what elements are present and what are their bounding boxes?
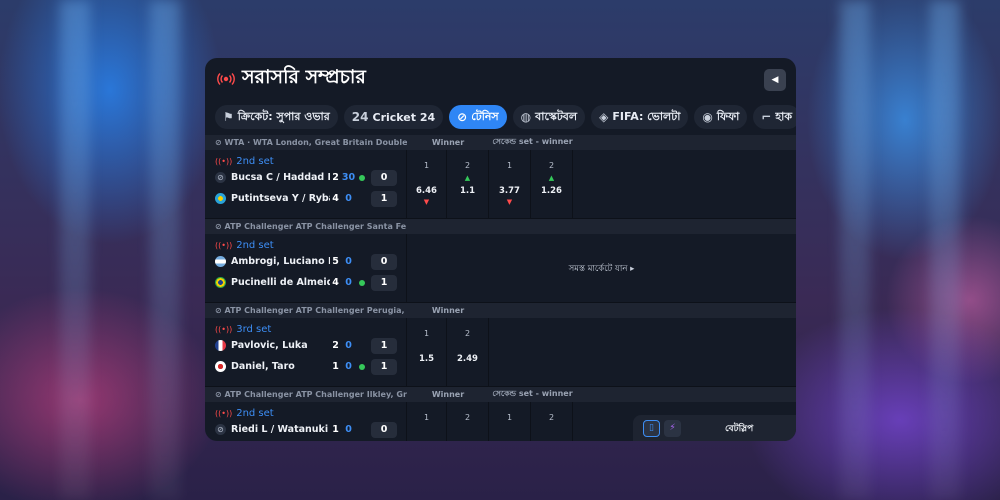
tennis-icon: ⊘ [215, 306, 225, 315]
tab-fifa-volta[interactable]: ◈ FIFA: ভোলটা [591, 105, 689, 129]
player-row: Daniel, Taro 1 0 1 [215, 356, 406, 377]
arrow-down-icon: ▼ [423, 198, 430, 206]
hockey-icon: ⌐ [761, 110, 772, 124]
tennis-icon: ⊘ [215, 424, 226, 435]
player-row: Ambrogi, Luciano Emanuel 5 0 0 [215, 251, 406, 272]
live-broadcast-icon: ((•)) [215, 156, 233, 166]
odd-button[interactable]: 2 ▲ 1.26 [531, 150, 573, 219]
player-row: Putintseva Y / Rybakina 4 0 1 [215, 188, 406, 209]
soccer-icon: ◉ [702, 110, 713, 124]
page-title: সরাসরি সম্প্রচার [242, 66, 366, 88]
event-card[interactable]: ⊘ WTA · WTA London, Great Britain Double… [205, 135, 796, 219]
market-header: Winner [431, 390, 465, 399]
player-row: ⊘ Riedi L / Watanuki Y 1 0 0 [215, 419, 406, 440]
odd-button[interactable]: 1 [489, 402, 531, 441]
tab-basketball[interactable]: ◍ বাস্কেটবল [512, 105, 586, 129]
tennis-icon: ⊘ [215, 222, 225, 231]
league-name: ⊘ ATP Challenger ATP Challenger Santa Fe [215, 222, 407, 231]
market-header: Winner [431, 306, 465, 315]
flag-france-icon [215, 340, 226, 351]
events-list: ⊘ WTA · WTA London, Great Britain Double… [205, 135, 796, 441]
panel-header: সরাসরি সম্প্রচার ◀ [205, 58, 796, 100]
player-row: Pucinelli de Almeida, Matheus 4 0 1 [215, 272, 406, 293]
serve-indicator [359, 174, 365, 181]
arrow-down-icon: ▼ [506, 198, 513, 206]
live-broadcast-icon: ((•)) [215, 324, 233, 334]
tennis-icon: ⊘ [457, 110, 468, 124]
all-markets-link[interactable]: সমস্ত মার্কেটে যান ▸ [407, 234, 796, 303]
odd-button[interactable]: 2 ▲ 1.1 [447, 150, 489, 219]
serve-indicator [359, 363, 365, 370]
odd-button[interactable]: 2 [531, 402, 573, 441]
event-card[interactable]: ⊘ ATP Challenger ATP Challenger Santa Fe… [205, 219, 796, 303]
set-label: 2nd set [236, 155, 274, 167]
tab-fifa[interactable]: ◉ ফিফা [694, 105, 748, 129]
arrow-up-icon: ▲ [464, 174, 471, 182]
tab-cricket-24[interactable]: 24 Cricket 24 [343, 105, 444, 129]
cricket24-icon: 24 [351, 110, 369, 124]
tab-tennis[interactable]: ⊘ টেনিস [449, 105, 507, 129]
live-broadcast-icon: ((•)) [215, 240, 233, 250]
odd-button[interactable]: 1 3.77 ▼ [489, 150, 531, 219]
sport-tabs: ⚑ ক্রিকেট: সুপার ওভার 24 Cricket 24 ⊘ টেনিস… [205, 100, 796, 134]
odd-button[interactable]: 1 1.5 [407, 318, 447, 387]
chevron-left-icon: ◀ [771, 75, 779, 85]
market-header: সেকেন্ড set - winner [492, 137, 573, 146]
odd-button[interactable]: 2 [447, 402, 489, 441]
set-label: 2nd set [236, 239, 274, 251]
live-broadcast-icon [217, 72, 235, 86]
flag-brazil-icon [215, 277, 226, 288]
player-row: Pavlovic, Luka 2 0 1 [215, 335, 406, 356]
league-name: ⊘ WTA · WTA London, Great Britain Double… [215, 138, 407, 147]
market-header: Winner [431, 138, 465, 147]
arrow-up-icon: ▲ [548, 174, 555, 182]
serve-indicator [359, 279, 365, 286]
flag-argentina-icon [215, 256, 226, 267]
tab-cricket-super-over[interactable]: ⚑ ক্রিকেট: সুপার ওভার [215, 105, 338, 129]
fifa-icon: ◈ [599, 110, 609, 124]
live-panel: সরাসরি সম্প্রচার ◀ ⚑ ক্রিকেট: সুপার ওভার … [205, 58, 796, 441]
betslip-icon[interactable]: ▯ [643, 419, 660, 437]
market-header: সেকেন্ড set - winner [492, 389, 573, 398]
flag-kazakhstan-icon [215, 193, 226, 204]
lightning-icon[interactable]: ⚡ [664, 419, 681, 437]
flag-japan-icon [215, 361, 226, 372]
set-label: 3rd set [236, 323, 272, 335]
odd-button[interactable]: 2 2.49 [447, 318, 489, 387]
league-name: ⊘ ATP Challenger ATP Challenger Ilkley, … [215, 390, 407, 399]
tab-hockey[interactable]: ⌐ হাক [753, 105, 796, 129]
basketball-icon: ◍ [520, 110, 532, 124]
league-name: ⊘ ATP Challenger ATP Challenger Perugia,… [215, 306, 407, 315]
tennis-icon: ⊘ [215, 172, 226, 183]
tennis-icon: ⊘ [215, 390, 225, 399]
odd-button[interactable]: 1 6.46 ▼ [407, 150, 447, 219]
collapse-button[interactable]: ◀ [764, 69, 786, 91]
live-broadcast-icon: ((•)) [215, 408, 233, 418]
set-label: 2nd set [236, 407, 274, 419]
event-card[interactable]: ⊘ ATP Challenger ATP Challenger Perugia,… [205, 303, 796, 387]
player-row: ⊘ Bucsa C / Haddad Maia 2 30 0 [215, 167, 406, 188]
betslip-bar[interactable]: ▯ ⚡ বেটস্লিপ [633, 415, 796, 441]
odd-button[interactable]: 1 [407, 402, 447, 441]
cricket-icon: ⚑ [223, 110, 234, 124]
tennis-icon: ⊘ [215, 138, 225, 147]
betslip-label: বেটস্লিপ [725, 423, 754, 434]
